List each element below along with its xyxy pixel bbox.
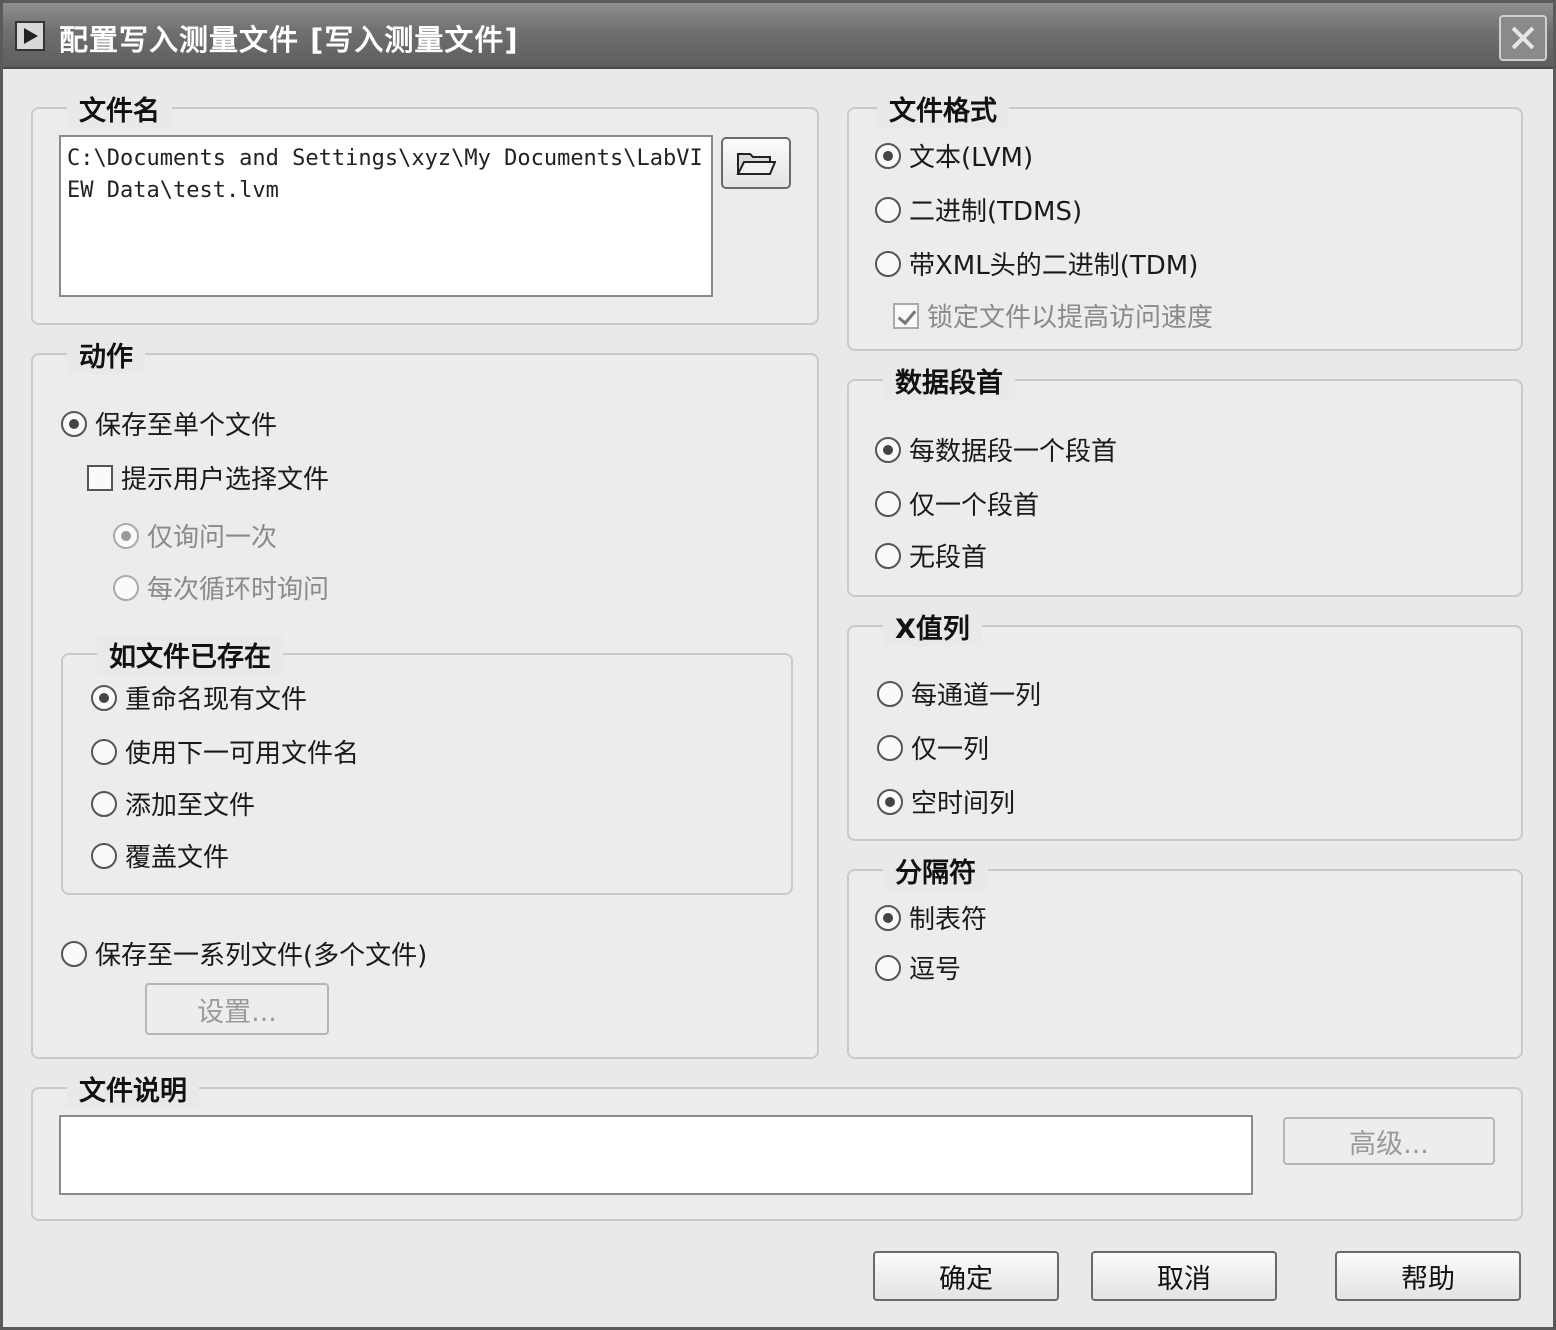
radio-label: 二进制(TDMS) bbox=[909, 197, 1083, 227]
folder-open-icon bbox=[736, 153, 776, 175]
title-bar[interactable]: 配置写入测量文件 [写入测量文件] bbox=[3, 3, 1553, 69]
radio-label: 保存至一系列文件(多个文件) bbox=[95, 941, 428, 971]
description-input[interactable] bbox=[59, 1115, 1253, 1195]
radio-delimiter-comma[interactable]: 逗号 bbox=[875, 949, 961, 986]
file-path-input[interactable]: C:\Documents and Settings\xyz\My Documen… bbox=[59, 135, 713, 297]
file-format-group: 文件格式 文本(LVM) 二进制(TDMS) 带XML头的二进制(TDM) 锁定… bbox=[847, 89, 1523, 351]
radio-label: 文本(LVM) bbox=[909, 143, 1034, 173]
dialog-window: 配置写入测量文件 [写入测量文件] 文件名 C:\Documents and S… bbox=[0, 0, 1556, 1330]
filename-legend: 文件名 bbox=[67, 89, 172, 128]
radio-delimiter-tab[interactable]: 制表符 bbox=[875, 899, 987, 936]
radio-circle bbox=[91, 842, 117, 869]
radio-x-empty-time[interactable]: 空时间列 bbox=[877, 783, 1015, 820]
if-exists-legend: 如文件已存在 bbox=[97, 635, 283, 674]
description-text bbox=[61, 1117, 1251, 1129]
radio-save-single-file[interactable]: 保存至单个文件 bbox=[61, 405, 277, 442]
radio-circle bbox=[113, 522, 139, 549]
radio-label: 仅一列 bbox=[911, 735, 990, 765]
radio-circle bbox=[875, 954, 901, 981]
labview-app-icon bbox=[15, 21, 45, 51]
checkbox-lock-file[interactable]: 锁定文件以提高访问速度 bbox=[893, 297, 1213, 334]
ok-button[interactable]: 确定 bbox=[873, 1251, 1059, 1301]
radio-x-one-column[interactable]: 仅一列 bbox=[877, 729, 989, 766]
checkbox-prompt-user[interactable]: 提示用户选择文件 bbox=[87, 459, 329, 496]
radio-save-series[interactable]: 保存至一系列文件(多个文件) bbox=[61, 935, 427, 972]
file-format-legend: 文件格式 bbox=[877, 89, 1009, 128]
if-exists-group: 如文件已存在 重命名现有文件 使用下一可用文件名 添加至文件 覆盖文件 bbox=[61, 635, 793, 895]
checkbox-box bbox=[893, 302, 919, 329]
delimiter-legend: 分隔符 bbox=[883, 851, 988, 890]
radio-overwrite-file[interactable]: 覆盖文件 bbox=[91, 837, 229, 874]
radio-label: 带XML头的二进制(TDM) bbox=[909, 251, 1199, 281]
radio-x-per-channel[interactable]: 每通道一列 bbox=[877, 675, 1041, 712]
description-legend: 文件说明 bbox=[67, 1069, 199, 1108]
radio-next-available-name[interactable]: 使用下一可用文件名 bbox=[91, 733, 359, 770]
radio-header-each-segment[interactable]: 每数据段一个段首 bbox=[875, 431, 1117, 468]
segment-header-group: 数据段首 每数据段一个段首 仅一个段首 无段首 bbox=[847, 361, 1523, 597]
close-button[interactable] bbox=[1499, 15, 1547, 61]
radio-circle bbox=[875, 542, 901, 569]
radio-append-to-file[interactable]: 添加至文件 bbox=[91, 785, 255, 822]
radio-format-text-lvm[interactable]: 文本(LVM) bbox=[875, 137, 1033, 174]
radio-circle bbox=[875, 490, 901, 517]
radio-label: 每通道一列 bbox=[911, 681, 1042, 711]
radio-header-one-only[interactable]: 仅一个段首 bbox=[875, 485, 1039, 522]
radio-label: 逗号 bbox=[909, 955, 962, 985]
checkbox-label: 提示用户选择文件 bbox=[121, 465, 330, 495]
x-column-legend: X值列 bbox=[883, 607, 982, 646]
radio-circle bbox=[877, 788, 903, 815]
window-title: 配置写入测量文件 [写入测量文件] bbox=[59, 23, 519, 57]
radio-label: 无段首 bbox=[909, 543, 988, 573]
radio-circle bbox=[875, 142, 901, 169]
radio-label: 每数据段一个段首 bbox=[909, 437, 1118, 467]
browse-button[interactable] bbox=[721, 137, 791, 189]
radio-circle bbox=[91, 684, 117, 711]
segment-header-legend: 数据段首 bbox=[883, 361, 1015, 400]
filename-group: 文件名 C:\Documents and Settings\xyz\My Doc… bbox=[31, 89, 819, 325]
radio-label: 添加至文件 bbox=[125, 791, 256, 821]
checkbox-box bbox=[87, 464, 113, 491]
action-group: 动作 保存至单个文件 提示用户选择文件 仅询问一次 每次循环时询问 如文件已存在… bbox=[31, 335, 819, 1059]
radio-label: 每次循环时询问 bbox=[147, 575, 330, 605]
radio-label: 仅询问一次 bbox=[147, 523, 278, 553]
radio-rename-existing[interactable]: 重命名现有文件 bbox=[91, 679, 307, 716]
settings-button[interactable]: 设置... bbox=[145, 983, 329, 1035]
radio-circle bbox=[875, 904, 901, 931]
x-column-group: X值列 每通道一列 仅一列 空时间列 bbox=[847, 607, 1523, 841]
radio-label: 保存至单个文件 bbox=[95, 411, 278, 441]
radio-circle bbox=[91, 790, 117, 817]
radio-circle bbox=[91, 738, 117, 765]
radio-circle bbox=[875, 196, 901, 223]
radio-label: 空时间列 bbox=[911, 789, 1016, 819]
advanced-button[interactable]: 高级... bbox=[1283, 1117, 1495, 1165]
radio-circle bbox=[877, 734, 903, 761]
description-group: 文件说明 高级... bbox=[31, 1069, 1523, 1221]
radio-format-binary-tdms[interactable]: 二进制(TDMS) bbox=[875, 191, 1082, 228]
radio-label: 覆盖文件 bbox=[125, 843, 230, 873]
radio-circle bbox=[61, 410, 87, 437]
radio-circle bbox=[113, 574, 139, 601]
radio-ask-once[interactable]: 仅询问一次 bbox=[113, 517, 277, 554]
radio-label: 使用下一可用文件名 bbox=[125, 739, 360, 769]
radio-format-binary-xml-tdm[interactable]: 带XML头的二进制(TDM) bbox=[875, 245, 1198, 282]
radio-label: 制表符 bbox=[909, 905, 988, 935]
action-legend: 动作 bbox=[67, 335, 145, 374]
help-button[interactable]: 帮助 bbox=[1335, 1251, 1521, 1301]
file-path-text: C:\Documents and Settings\xyz\My Documen… bbox=[67, 146, 703, 203]
checkbox-label: 锁定文件以提高访问速度 bbox=[927, 303, 1214, 333]
delimiter-group: 分隔符 制表符 逗号 bbox=[847, 851, 1523, 1059]
radio-label: 仅一个段首 bbox=[909, 491, 1040, 521]
cancel-button[interactable]: 取消 bbox=[1091, 1251, 1277, 1301]
radio-circle bbox=[877, 680, 903, 707]
radio-circle bbox=[875, 250, 901, 277]
radio-circle bbox=[875, 436, 901, 463]
radio-circle bbox=[61, 940, 87, 967]
radio-ask-each-loop[interactable]: 每次循环时询问 bbox=[113, 569, 329, 606]
radio-header-none[interactable]: 无段首 bbox=[875, 537, 987, 574]
radio-label: 重命名现有文件 bbox=[125, 685, 308, 715]
